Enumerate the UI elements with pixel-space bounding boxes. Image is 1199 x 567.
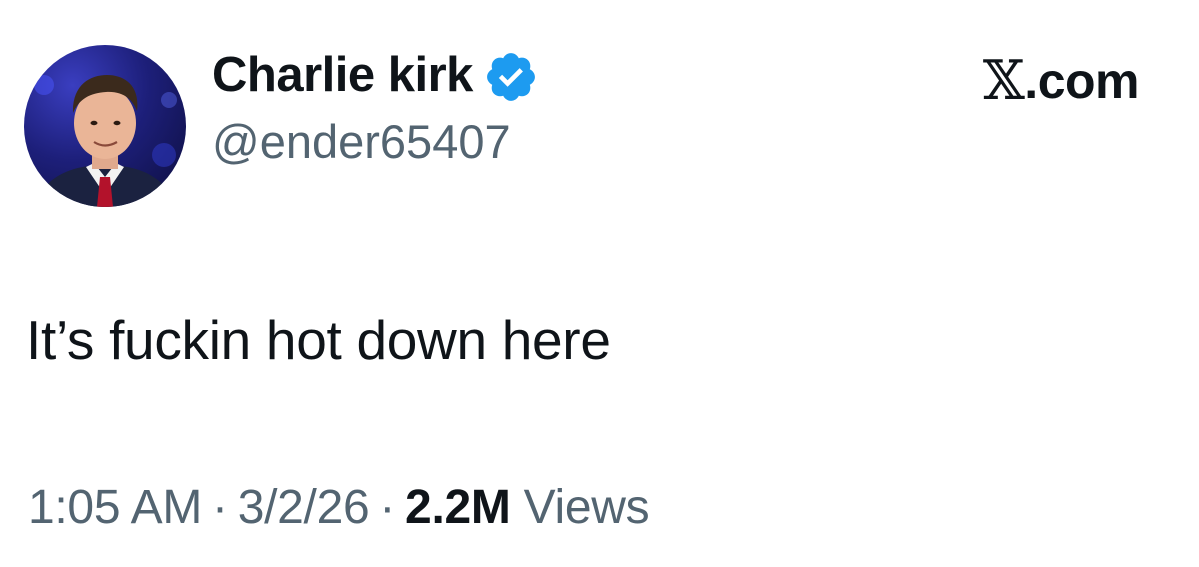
- user-handle[interactable]: @ender65407: [212, 112, 539, 172]
- tweet-date[interactable]: 3/2/26: [238, 481, 370, 534]
- verified-badge-icon[interactable]: [483, 49, 539, 105]
- x-logo-icon: 𝕏: [982, 49, 1025, 112]
- tweet-meta: 1:05 AM · 3/2/26 · 2.2M Views: [28, 476, 650, 540]
- profile-photo-icon: [34, 75, 177, 207]
- meta-separator: ·: [212, 481, 228, 534]
- meta-separator: ·: [379, 481, 396, 534]
- tweet-time[interactable]: 1:05 AM: [28, 481, 202, 534]
- views-count[interactable]: 2.2M: [405, 481, 511, 534]
- name-row: Charlie kirk: [212, 44, 539, 106]
- tweet-text: It’s fuckin hot down here: [26, 309, 611, 371]
- author-header: Charlie kirk @ender65407: [212, 44, 539, 172]
- avatar[interactable]: [24, 45, 186, 207]
- display-name[interactable]: Charlie kirk: [212, 44, 473, 106]
- brand-suffix: .com: [1024, 53, 1139, 109]
- tweet-card: Charlie kirk @ender65407 𝕏.com It’s fuck…: [0, 0, 1199, 567]
- brand-watermark: 𝕏.com: [982, 49, 1140, 112]
- views-label: Views: [523, 481, 650, 534]
